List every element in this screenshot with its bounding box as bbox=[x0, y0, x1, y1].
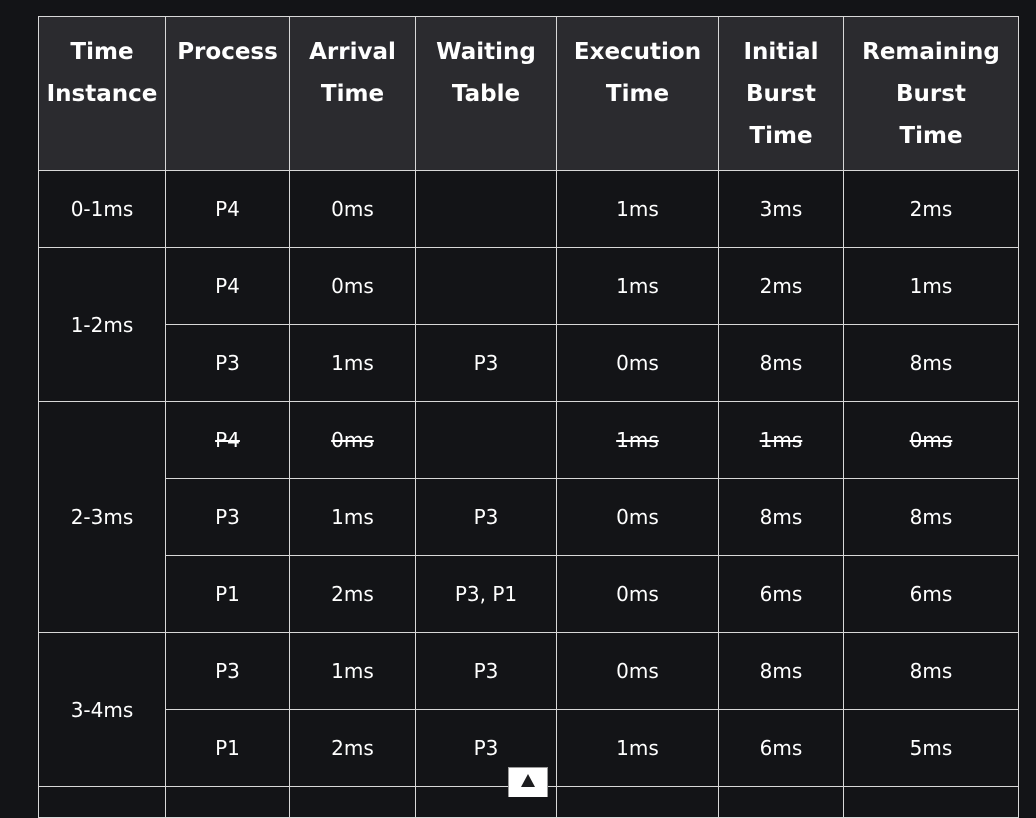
header-remaining-burst-time: Remaining Burst Time bbox=[843, 16, 1019, 171]
empty-cell bbox=[718, 786, 844, 818]
time-instance-cell: 1-2ms bbox=[38, 247, 166, 402]
arrival-cell: 2ms bbox=[289, 709, 416, 787]
header-line: Execution bbox=[573, 39, 702, 65]
execution-cell: 0ms bbox=[556, 555, 719, 633]
process-cell: P4 bbox=[165, 401, 290, 479]
table-row: 3-4ms P3 1ms P3 0ms 8ms 8ms bbox=[38, 632, 1019, 787]
schedule-table-container: Time Instance Process Arrival Time Waiti… bbox=[38, 16, 1019, 818]
header-line: Burst bbox=[896, 81, 966, 107]
arrival-cell: 1ms bbox=[289, 478, 416, 556]
table-body: 0-1ms P4 0ms 1ms 3ms 2ms 1-2ms P4 0ms 1m… bbox=[38, 170, 1019, 818]
header-line: Remaining bbox=[862, 39, 1000, 65]
waiting-cell: P3 bbox=[415, 478, 557, 556]
process-cell: P3 bbox=[165, 324, 290, 402]
arrival-cell: 1ms bbox=[289, 632, 416, 710]
waiting-cell bbox=[415, 247, 557, 325]
waiting-cell bbox=[415, 170, 557, 248]
table-row: 0-1ms P4 0ms 1ms 3ms 2ms bbox=[38, 170, 1019, 248]
header-execution-time: Execution Time bbox=[556, 16, 719, 171]
arrival-cell: 2ms bbox=[289, 555, 416, 633]
header-line: Initial bbox=[743, 39, 819, 65]
arrival-cell: 0ms bbox=[289, 170, 416, 248]
header-process: Process bbox=[165, 16, 290, 171]
schedule-table: Time Instance Process Arrival Time Waiti… bbox=[38, 16, 1019, 818]
header-line: Time bbox=[605, 81, 670, 107]
header-arrival-time: Arrival Time bbox=[289, 16, 416, 171]
table-row: P3 1ms P3 0ms 8ms 8ms bbox=[39, 324, 1019, 402]
time-instance-cell: 2-3ms bbox=[38, 401, 166, 633]
initial-burst-cell: 8ms bbox=[718, 478, 844, 556]
table-row: P1 2ms P3, P1 0ms 6ms 6ms bbox=[39, 555, 1019, 633]
header-waiting-table: Waiting Table bbox=[415, 16, 557, 171]
remaining-burst-cell: 1ms bbox=[843, 247, 1019, 325]
header-line: Burst bbox=[746, 81, 816, 107]
header-line: Arrival bbox=[309, 39, 396, 65]
header-line: Time bbox=[749, 123, 813, 149]
empty-cell bbox=[38, 786, 166, 818]
process-cell: P3 bbox=[165, 632, 290, 710]
arrival-cell: 0ms bbox=[289, 247, 416, 325]
header-line: Time bbox=[320, 81, 385, 107]
execution-cell: 1ms bbox=[556, 170, 719, 248]
header-line: Instance bbox=[46, 81, 158, 107]
empty-cell bbox=[843, 786, 1019, 818]
empty-cell bbox=[165, 786, 290, 818]
execution-cell: 1ms bbox=[556, 401, 719, 479]
arrow-up-icon bbox=[521, 774, 535, 787]
table-row: 1-2ms P4 0ms 1ms 2ms 1ms bbox=[38, 247, 1019, 402]
empty-cell bbox=[556, 786, 719, 818]
execution-cell: 0ms bbox=[556, 632, 719, 710]
table-row: P3 1ms P3 0ms 8ms 8ms bbox=[39, 478, 1019, 556]
time-instance-cell: 3-4ms bbox=[38, 632, 166, 787]
initial-burst-cell: 3ms bbox=[718, 170, 844, 248]
process-cell: P1 bbox=[165, 709, 290, 787]
process-cell: P4 bbox=[165, 247, 290, 325]
waiting-cell: P3 bbox=[415, 632, 557, 710]
arrival-cell: 1ms bbox=[289, 324, 416, 402]
process-cell: P1 bbox=[165, 555, 290, 633]
header-line: Table bbox=[451, 81, 521, 107]
process-cell: P4 bbox=[165, 170, 290, 248]
initial-burst-cell: 8ms bbox=[718, 324, 844, 402]
waiting-cell: P3, P1 bbox=[415, 555, 557, 633]
initial-burst-cell: 1ms bbox=[718, 401, 844, 479]
header-line: Waiting bbox=[436, 39, 536, 65]
arrival-cell: 0ms bbox=[289, 401, 416, 479]
remaining-burst-cell: 5ms bbox=[843, 709, 1019, 787]
remaining-burst-cell: 0ms bbox=[843, 401, 1019, 479]
table-row-struck: 2-3ms P4 0ms 1ms 1ms 0ms bbox=[38, 401, 1019, 633]
execution-cell: 0ms bbox=[556, 478, 719, 556]
initial-burst-cell: 2ms bbox=[718, 247, 844, 325]
waiting-cell bbox=[415, 401, 557, 479]
execution-cell: 1ms bbox=[556, 709, 719, 787]
initial-burst-cell: 6ms bbox=[718, 555, 844, 633]
time-instance-cell: 0-1ms bbox=[38, 170, 166, 248]
header-initial-burst-time: Initial Burst Time bbox=[718, 16, 844, 171]
header-row: Time Instance Process Arrival Time Waiti… bbox=[38, 16, 1019, 171]
scroll-to-top-button[interactable] bbox=[508, 767, 548, 797]
waiting-cell: P3 bbox=[415, 324, 557, 402]
execution-cell: 0ms bbox=[556, 324, 719, 402]
empty-cell bbox=[289, 786, 416, 818]
header-line: Time bbox=[70, 39, 134, 65]
process-cell: P3 bbox=[165, 478, 290, 556]
initial-burst-cell: 6ms bbox=[718, 709, 844, 787]
initial-burst-cell: 8ms bbox=[718, 632, 844, 710]
execution-cell: 1ms bbox=[556, 247, 719, 325]
remaining-burst-cell: 2ms bbox=[843, 170, 1019, 248]
remaining-burst-cell: 8ms bbox=[843, 632, 1019, 710]
header-line: Process bbox=[177, 39, 278, 65]
header-time-instance: Time Instance bbox=[38, 16, 166, 171]
remaining-burst-cell: 6ms bbox=[843, 555, 1019, 633]
remaining-burst-cell: 8ms bbox=[843, 324, 1019, 402]
remaining-burst-cell: 8ms bbox=[843, 478, 1019, 556]
header-line: Time bbox=[899, 123, 963, 149]
